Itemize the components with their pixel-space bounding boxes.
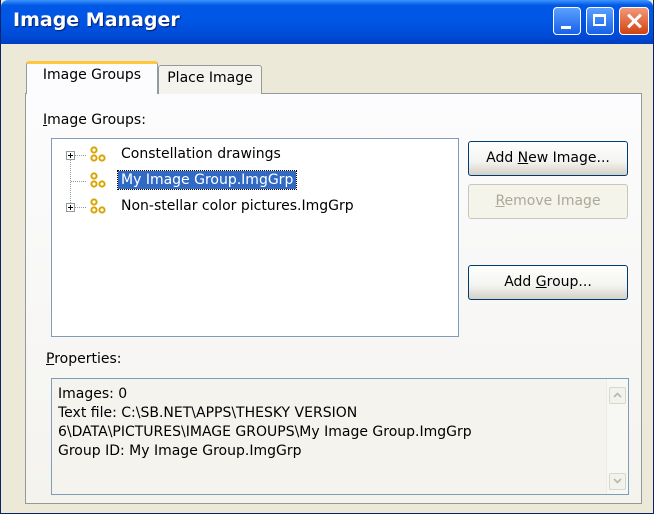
remove-image-button[interactable]: Remove Image	[468, 184, 628, 219]
properties-text: Images: 0 Text file: C:\SB.NET\APPS\THES…	[58, 385, 472, 461]
properties-scrollbar[interactable]	[606, 379, 628, 494]
properties-line: Group ID: My Image Group.ImgGrp	[58, 443, 302, 459]
image-groups-label: Image Groups:	[43, 112, 146, 128]
window-title: Image Manager	[13, 9, 180, 31]
tree-item[interactable]: Constellation drawings	[52, 145, 452, 167]
add-group-button[interactable]: Add Group...	[468, 265, 628, 300]
scroll-up-button[interactable]	[609, 387, 626, 404]
properties-line: Text file: C:\SB.NET\APPS\THESKY VERSION	[58, 405, 358, 421]
group-icon	[90, 198, 106, 214]
tree-item-label: Constellation drawings	[121, 146, 281, 162]
image-groups-tree[interactable]: Constellation drawings My Image Group.Im…	[51, 138, 459, 337]
plus-expander-icon[interactable]	[66, 151, 75, 160]
chevron-up-icon	[613, 392, 622, 398]
minimize-icon[interactable]	[553, 7, 581, 35]
scroll-down-button[interactable]	[609, 473, 626, 490]
tree-item-label-selected: My Image Group.ImgGrp	[116, 170, 298, 190]
group-icon	[90, 172, 106, 188]
tree-item[interactable]: My Image Group.ImgGrp	[52, 170, 452, 193]
group-icon	[90, 146, 106, 162]
tab-place-image[interactable]: Place Image	[158, 65, 262, 94]
image-manager-window: Image Manager Image Groups Place Image I…	[0, 0, 654, 514]
tree-item[interactable]: Non-stellar color pictures.ImgGrp	[52, 197, 452, 219]
tree-item-label: Non-stellar color pictures.ImgGrp	[121, 198, 354, 214]
chevron-down-icon	[613, 478, 622, 484]
close-icon[interactable]	[619, 7, 649, 35]
tab-image-groups[interactable]: Image Groups	[26, 61, 158, 94]
properties-label: Properties:	[46, 351, 122, 367]
properties-line: Images: 0	[58, 386, 128, 402]
plus-expander-icon[interactable]	[66, 203, 75, 212]
properties-textbox[interactable]: Images: 0 Text file: C:\SB.NET\APPS\THES…	[51, 378, 629, 495]
maximize-icon[interactable]	[586, 7, 614, 35]
title-bar[interactable]: Image Manager	[1, 0, 653, 44]
properties-line: 6\DATA\PICTURES\IMAGE GROUPS\My Image Gr…	[58, 424, 472, 440]
add-new-image-button[interactable]: Add New Image...	[468, 141, 628, 176]
